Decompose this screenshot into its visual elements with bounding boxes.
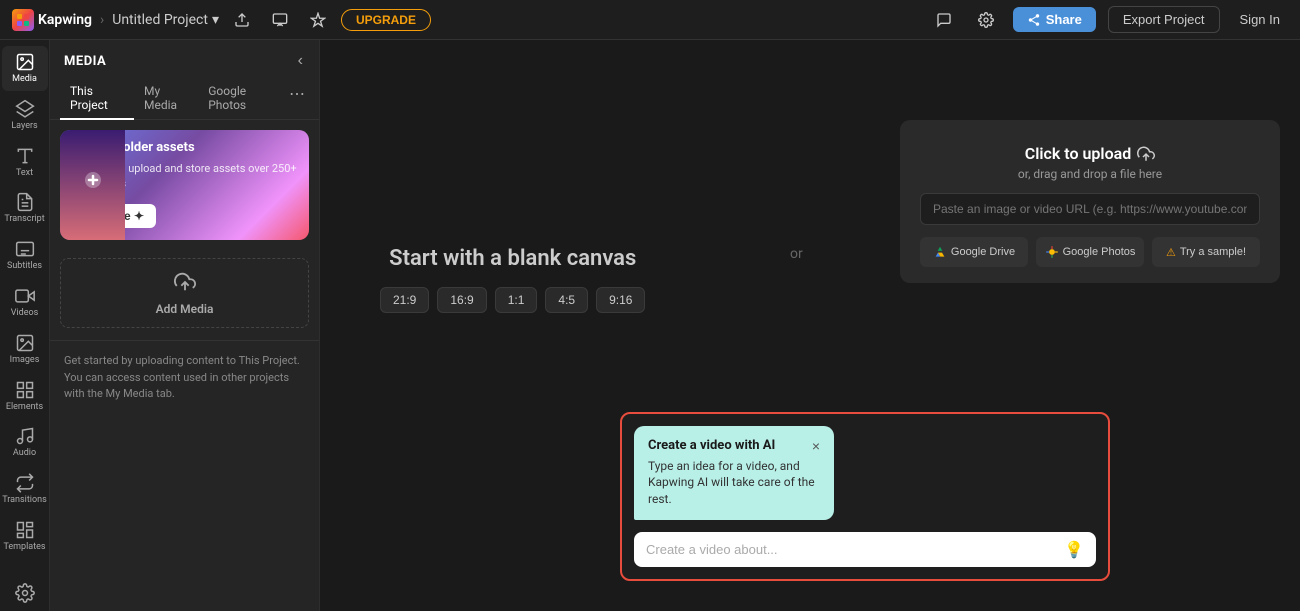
project-name[interactable]: Untitled Project ▾ [112, 12, 219, 28]
ai-bubble-title: Create a video with AI × [648, 438, 820, 454]
aspect-21-9[interactable]: 21:9 [380, 287, 429, 313]
ai-input-icon[interactable]: 💡 [1064, 540, 1084, 559]
panel-divider [50, 340, 319, 341]
or-divider: or [790, 246, 803, 262]
aspect-16-9[interactable]: 16:9 [437, 287, 486, 313]
google-photos-button[interactable]: Google Photos [1036, 237, 1144, 267]
sidebar-item-videos[interactable]: Videos [2, 280, 48, 325]
upgrade-card: Bigger, bolder assets Upgrade to upload … [60, 130, 309, 240]
sidebar-item-media[interactable]: Media [2, 46, 48, 91]
ai-bubble-close-button[interactable]: × [812, 438, 820, 454]
share-label: Share [1046, 12, 1082, 27]
icon-sidebar: Media Layers Text Transcript Subtitles [0, 40, 50, 611]
panel-info-text: Get started by uploading content to This… [50, 345, 319, 411]
media-panel: MEDIA ‹ This Project My Media Google Pho… [50, 40, 320, 611]
upload-icon [174, 271, 196, 298]
add-media-area[interactable]: Add Media [60, 258, 309, 328]
sidebar-item-templates[interactable]: Templates [2, 514, 48, 559]
sidebar-item-elements[interactable]: Elements [2, 374, 48, 419]
sidebar-item-layers[interactable]: Layers [2, 93, 48, 138]
topbar: Kapwing › Untitled Project ▾ UPGRADE [0, 0, 1300, 40]
upload-area: Click to upload or, drag and drop a file… [900, 120, 1280, 283]
main-layout: Media Layers Text Transcript Subtitles [0, 40, 1300, 611]
export-button[interactable]: Export Project [1108, 6, 1220, 33]
panel-header: MEDIA ‹ [50, 40, 319, 78]
panel-title: MEDIA [64, 54, 106, 69]
panel-more-icon[interactable]: ⋯ [285, 78, 309, 119]
ai-bubble-text: Type an idea for a video, and Kapwing AI… [648, 458, 820, 508]
start-blank-label: Start with a blank canvas [389, 246, 636, 271]
settings-icon-btn[interactable] [971, 5, 1001, 35]
ai-chat-area: Create a video with AI × Type an idea fo… [620, 412, 1110, 581]
upload-top: Click to upload or, drag and drop a file… [920, 144, 1260, 181]
ai-video-input[interactable] [646, 542, 1056, 557]
magic-icon-btn[interactable] [303, 5, 333, 35]
try-sample-button[interactable]: ⚠ Try a sample! [1152, 237, 1260, 267]
upload-title: Click to upload [1025, 144, 1156, 163]
aspect-ratio-row: 21:9 16:9 1:1 4:5 9:16 [380, 287, 645, 313]
sidebar-item-transcript[interactable]: Transcript [2, 186, 48, 231]
breadcrumb-sep: › [100, 12, 104, 28]
upload-service-buttons: Google Drive Google Photos ⚠ Try a sampl… [920, 237, 1260, 267]
add-media-label: Add Media [156, 302, 214, 316]
sidebar-item-text[interactable]: Text [2, 140, 48, 185]
canvas-area: Start with a blank canvas 21:9 16:9 1:1 … [320, 40, 1300, 611]
sidebar-item-subtitles[interactable]: Subtitles [2, 233, 48, 278]
upload-subtitle: or, drag and drop a file here [1018, 167, 1162, 181]
upload-icon-btn[interactable] [227, 5, 257, 35]
monitor-icon-btn[interactable] [265, 5, 295, 35]
panel-tabs: This Project My Media Google Photos ⋯ [50, 78, 319, 120]
url-input[interactable] [920, 193, 1260, 225]
topbar-icons: Share Export Project Sign In [929, 5, 1288, 35]
ai-bubble: Create a video with AI × Type an idea fo… [634, 426, 834, 520]
tab-google-photos[interactable]: Google Photos [198, 78, 285, 120]
tab-my-media[interactable]: My Media [134, 78, 198, 120]
share-button[interactable]: Share [1013, 7, 1096, 32]
upgrade-card-thumbnail [60, 130, 125, 240]
upgrade-button[interactable]: UPGRADE [341, 9, 431, 31]
sidebar-item-transitions[interactable]: Transitions [2, 467, 48, 512]
google-drive-button[interactable]: Google Drive [920, 237, 1028, 267]
tab-this-project[interactable]: This Project [60, 78, 134, 120]
signin-button[interactable]: Sign In [1232, 7, 1288, 32]
sidebar-item-images[interactable]: Images [2, 327, 48, 372]
comment-icon-btn[interactable] [929, 5, 959, 35]
panel-collapse-button[interactable]: ‹ [296, 50, 305, 72]
aspect-1-1[interactable]: 1:1 [495, 287, 538, 313]
ai-input-row: 💡 [634, 532, 1096, 567]
aspect-4-5[interactable]: 4:5 [545, 287, 588, 313]
project-dropdown-icon: ▾ [212, 12, 219, 28]
panel-resize-handle[interactable] [315, 40, 319, 611]
sidebar-item-audio[interactable]: Audio [2, 420, 48, 465]
sidebar-item-settings[interactable] [2, 577, 48, 611]
aspect-9-16[interactable]: 9:16 [596, 287, 645, 313]
brand-name: Kapwing [38, 12, 92, 28]
logo[interactable]: Kapwing [12, 9, 92, 31]
logo-icon [12, 9, 34, 31]
